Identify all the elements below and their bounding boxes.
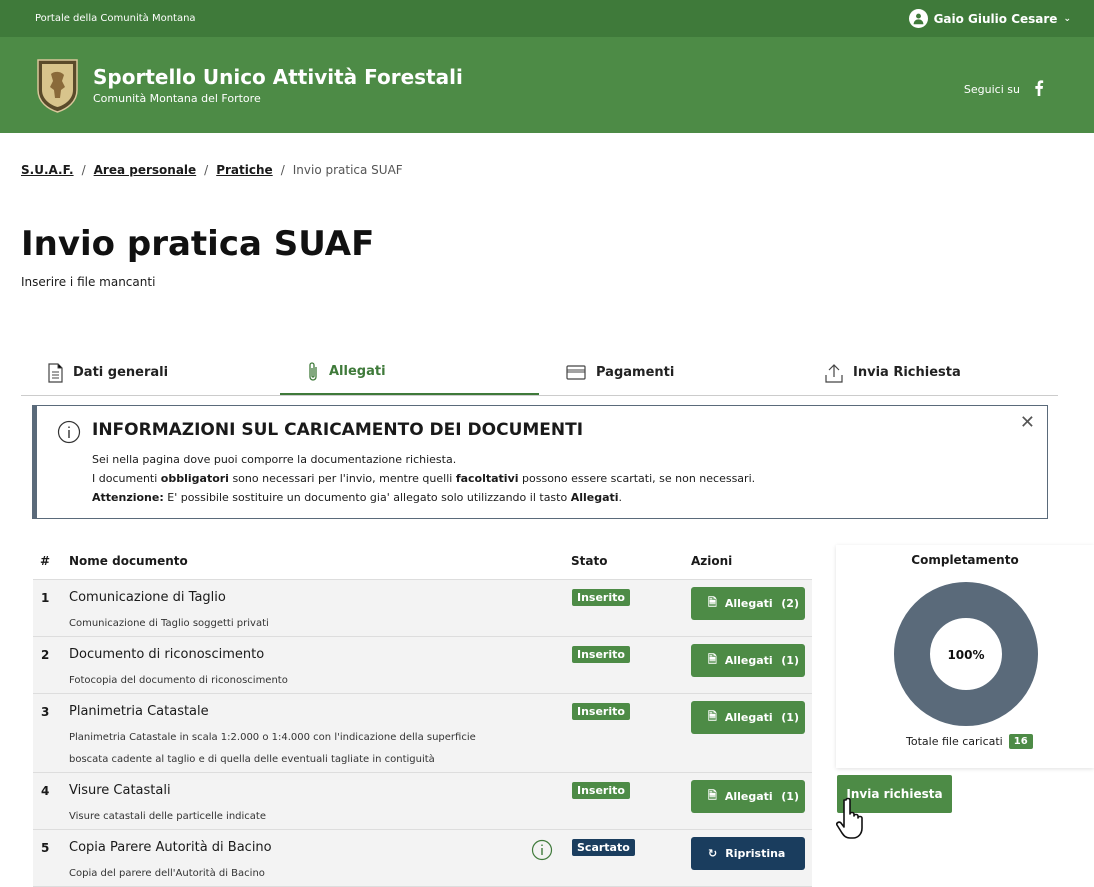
breadcrumb-separator: / xyxy=(81,163,86,177)
site-title[interactable]: Sportello Unico Attività Forestali xyxy=(93,65,463,89)
col-state: Stato xyxy=(571,554,608,568)
user-name: Gaio Giulio Cesare xyxy=(933,11,1058,26)
breadcrumb-current: Invio pratica SUAF xyxy=(292,163,403,177)
table-row: 3 Planimetria Catastale Planimetria Cata… xyxy=(33,694,812,773)
info-icon xyxy=(57,420,81,444)
document-icon xyxy=(48,362,63,383)
alert-title: INFORMAZIONI SUL CARICAMENTO DEI DOCUMEN… xyxy=(92,420,584,440)
col-num: # xyxy=(40,554,51,568)
user-menu[interactable]: Gaio Giulio Cesare ⌄ xyxy=(908,9,1071,28)
social-label: Seguici su xyxy=(963,83,1020,96)
ripristina-button[interactable]: ↻ Ripristina xyxy=(691,837,805,870)
crest-logo[interactable] xyxy=(36,58,79,113)
total-label: Totale file caricati xyxy=(906,735,1003,748)
info-icon[interactable] xyxy=(531,839,553,861)
document-name: Comunicazione di Taglio xyxy=(69,590,226,605)
documents-table: # Nome documento Stato Azioni 1 Comunica… xyxy=(33,543,812,887)
status-badge: Scartato xyxy=(572,839,635,856)
table-row: 2 Documento di riconoscimento Fotocopia … xyxy=(33,637,812,694)
total-count-badge: 16 xyxy=(1008,734,1033,749)
allegati-button[interactable]: 🗎 Allegati (1) xyxy=(691,701,805,734)
credit-card-icon xyxy=(566,365,586,380)
status-badge: Inserito xyxy=(572,703,630,720)
step-tabs: Dati generali Allegati Pagamenti Invia R… xyxy=(21,350,1058,396)
allegati-button[interactable]: 🗎 Allegati (1) xyxy=(691,644,805,677)
document-description: Visure catastali delle particelle indica… xyxy=(69,811,266,822)
hand-cursor-icon xyxy=(836,797,863,839)
breadcrumb-separator: / xyxy=(280,163,285,177)
breadcrumb-separator: / xyxy=(204,163,209,177)
undo-icon: ↻ xyxy=(708,847,718,860)
document-description: Copia del parere dell'Autorità di Bacino xyxy=(69,868,265,879)
site-header: Sportello Unico Attività Forestali Comun… xyxy=(0,37,1094,133)
file-icon: 🗎 xyxy=(708,710,717,723)
col-actions: Azioni xyxy=(691,554,733,568)
table-header: # Nome documento Stato Azioni xyxy=(33,543,812,580)
document-description: Planimetria Catastale in scala 1:2.000 o… xyxy=(69,732,476,765)
page-title: Invio pratica SUAF xyxy=(21,224,375,264)
completion-card: Completamento 100% Totale file caricati … xyxy=(836,545,1094,768)
site-subtitle: Comunità Montana del Fortore xyxy=(93,92,261,105)
portal-link[interactable]: Portale della Comunità Montana xyxy=(35,13,196,24)
breadcrumb-pratiche[interactable]: Pratiche xyxy=(216,163,272,177)
social-links: Seguici su xyxy=(964,80,1044,99)
document-description: Comunicazione di Taglio soggetti privati xyxy=(69,618,269,629)
tab-dati-generali[interactable]: Dati generali xyxy=(21,350,280,395)
document-name: Documento di riconoscimento xyxy=(69,647,265,662)
file-icon: 🗎 xyxy=(708,653,717,666)
allegati-button[interactable]: 🗎 Allegati (1) xyxy=(691,780,805,813)
upload-icon xyxy=(825,363,843,383)
breadcrumb-suaf[interactable]: S.U.A.F. xyxy=(21,163,74,177)
tab-label: Allegati xyxy=(329,364,386,379)
status-badge: Inserito xyxy=(572,589,630,606)
tab-pagamenti[interactable]: Pagamenti xyxy=(539,350,798,395)
document-name: Planimetria Catastale xyxy=(69,704,209,719)
breadcrumb-area-personale[interactable]: Area personale xyxy=(94,163,197,177)
completion-title: Completamento xyxy=(911,553,1019,567)
status-badge: Inserito xyxy=(572,782,630,799)
top-bar: Portale della Comunità Montana Gaio Giul… xyxy=(0,0,1094,37)
alert-body: Sei nella pagina dove puoi comporre la d… xyxy=(92,450,755,507)
alert-line-1: Sei nella pagina dove puoi comporre la d… xyxy=(92,453,457,466)
row-number: 5 xyxy=(41,841,50,855)
document-description: Fotocopia del documento di riconosciment… xyxy=(69,675,288,686)
info-alert: INFORMAZIONI SUL CARICAMENTO DEI DOCUMEN… xyxy=(32,405,1048,519)
tab-invia-richiesta[interactable]: Invia Richiesta xyxy=(798,350,1057,395)
alert-line-3: Attenzione: E' possibile sostituire un d… xyxy=(92,491,623,504)
close-icon[interactable]: ✕ xyxy=(1020,412,1035,433)
file-icon: 🗎 xyxy=(708,789,717,802)
document-name: Copia Parere Autorità di Bacino xyxy=(69,840,272,855)
tab-label: Invia Richiesta xyxy=(853,365,961,380)
allegati-button[interactable]: 🗎 Allegati (2) xyxy=(691,587,805,620)
paperclip-icon xyxy=(309,361,317,381)
user-avatar-icon xyxy=(908,9,928,28)
completion-percent: 100% xyxy=(947,648,984,662)
tab-label: Pagamenti xyxy=(596,365,675,380)
alert-line-2: I documenti obbligatori sono necessari p… xyxy=(92,472,756,485)
chevron-down-icon: ⌄ xyxy=(1063,13,1071,24)
table-row: 1 Comunicazione di Taglio Comunicazione … xyxy=(33,580,812,637)
breadcrumb: S.U.A.F. / Area personale / Pratiche / Invio p… xyxy=(21,163,403,177)
status-badge: Inserito xyxy=(572,646,630,663)
file-icon: 🗎 xyxy=(708,596,717,609)
total-files: Totale file caricati 16 xyxy=(906,734,1033,749)
table-row: 5 Copia Parere Autorità di Bacino Copia … xyxy=(33,830,812,887)
facebook-icon[interactable] xyxy=(1034,80,1044,99)
row-number: 3 xyxy=(41,705,50,719)
document-name: Visure Catastali xyxy=(69,783,171,798)
page-lead: Inserire i file mancanti xyxy=(21,275,156,289)
row-number: 2 xyxy=(41,648,50,662)
col-name: Nome documento xyxy=(69,554,188,568)
tab-label: Dati generali xyxy=(73,365,169,380)
row-number: 4 xyxy=(41,784,50,798)
row-number: 1 xyxy=(41,591,50,605)
completion-donut: 100% xyxy=(894,582,1038,726)
tab-allegati[interactable]: Allegati xyxy=(280,350,539,395)
table-row: 4 Visure Catastali Visure catastali dell… xyxy=(33,773,812,830)
